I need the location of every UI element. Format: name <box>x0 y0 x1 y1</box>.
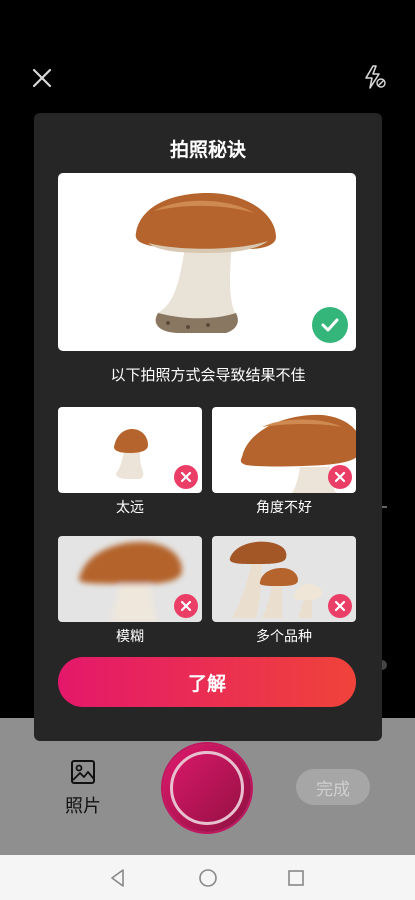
photo-tips-dialog: 拍照秘诀 以下拍照方式会导致结果不佳 太远 角度不好 模糊 多个品种 了解 <box>34 113 382 741</box>
wrong-badge <box>174 594 198 618</box>
nav-recents-button[interactable] <box>285 867 307 889</box>
home-circle-icon <box>199 869 217 887</box>
dialog-title: 拍照秘诀 <box>169 139 246 161</box>
tip-too-far-image <box>58 407 202 493</box>
tip-label: 角度不好 <box>256 500 312 516</box>
shutter-button[interactable] <box>163 744 251 832</box>
tip-multiple-varieties-image <box>212 536 356 622</box>
tip-bad-angle-image <box>212 407 356 493</box>
camera-top-bar <box>0 0 415 110</box>
close-icon <box>32 68 52 88</box>
wrong-badge <box>328 594 352 618</box>
cross-icon <box>334 600 346 612</box>
tip-label: 太远 <box>116 500 144 516</box>
close-button[interactable] <box>26 62 58 94</box>
shutter-ring <box>170 751 244 825</box>
wrong-badge <box>328 465 352 489</box>
image-icon <box>71 760 95 784</box>
cross-icon <box>334 471 346 483</box>
done-button[interactable]: 完成 <box>296 769 370 805</box>
system-navigation-bar <box>0 855 415 900</box>
good-example-image <box>58 173 356 351</box>
tip-label: 多个品种 <box>256 629 312 645</box>
flash-off-icon <box>365 65 386 89</box>
gallery-label: 照片 <box>65 796 101 817</box>
gallery-button[interactable]: 照片 <box>58 758 108 818</box>
learn-button[interactable]: 了解 <box>58 657 356 707</box>
nav-back-button[interactable] <box>107 867 129 889</box>
bad-examples-heading: 以下拍照方式会导致结果不佳 <box>110 366 306 384</box>
tip-label: 模糊 <box>116 629 144 645</box>
tip-blurry-image <box>58 536 202 622</box>
correct-badge <box>312 307 348 343</box>
nav-home-button[interactable] <box>197 867 219 889</box>
recents-square-icon <box>288 870 304 886</box>
cross-icon <box>180 471 192 483</box>
cross-icon <box>180 600 192 612</box>
wrong-badge <box>174 465 198 489</box>
flash-toggle-button[interactable] <box>359 62 389 92</box>
check-icon <box>321 318 339 332</box>
back-triangle-icon <box>111 869 124 887</box>
